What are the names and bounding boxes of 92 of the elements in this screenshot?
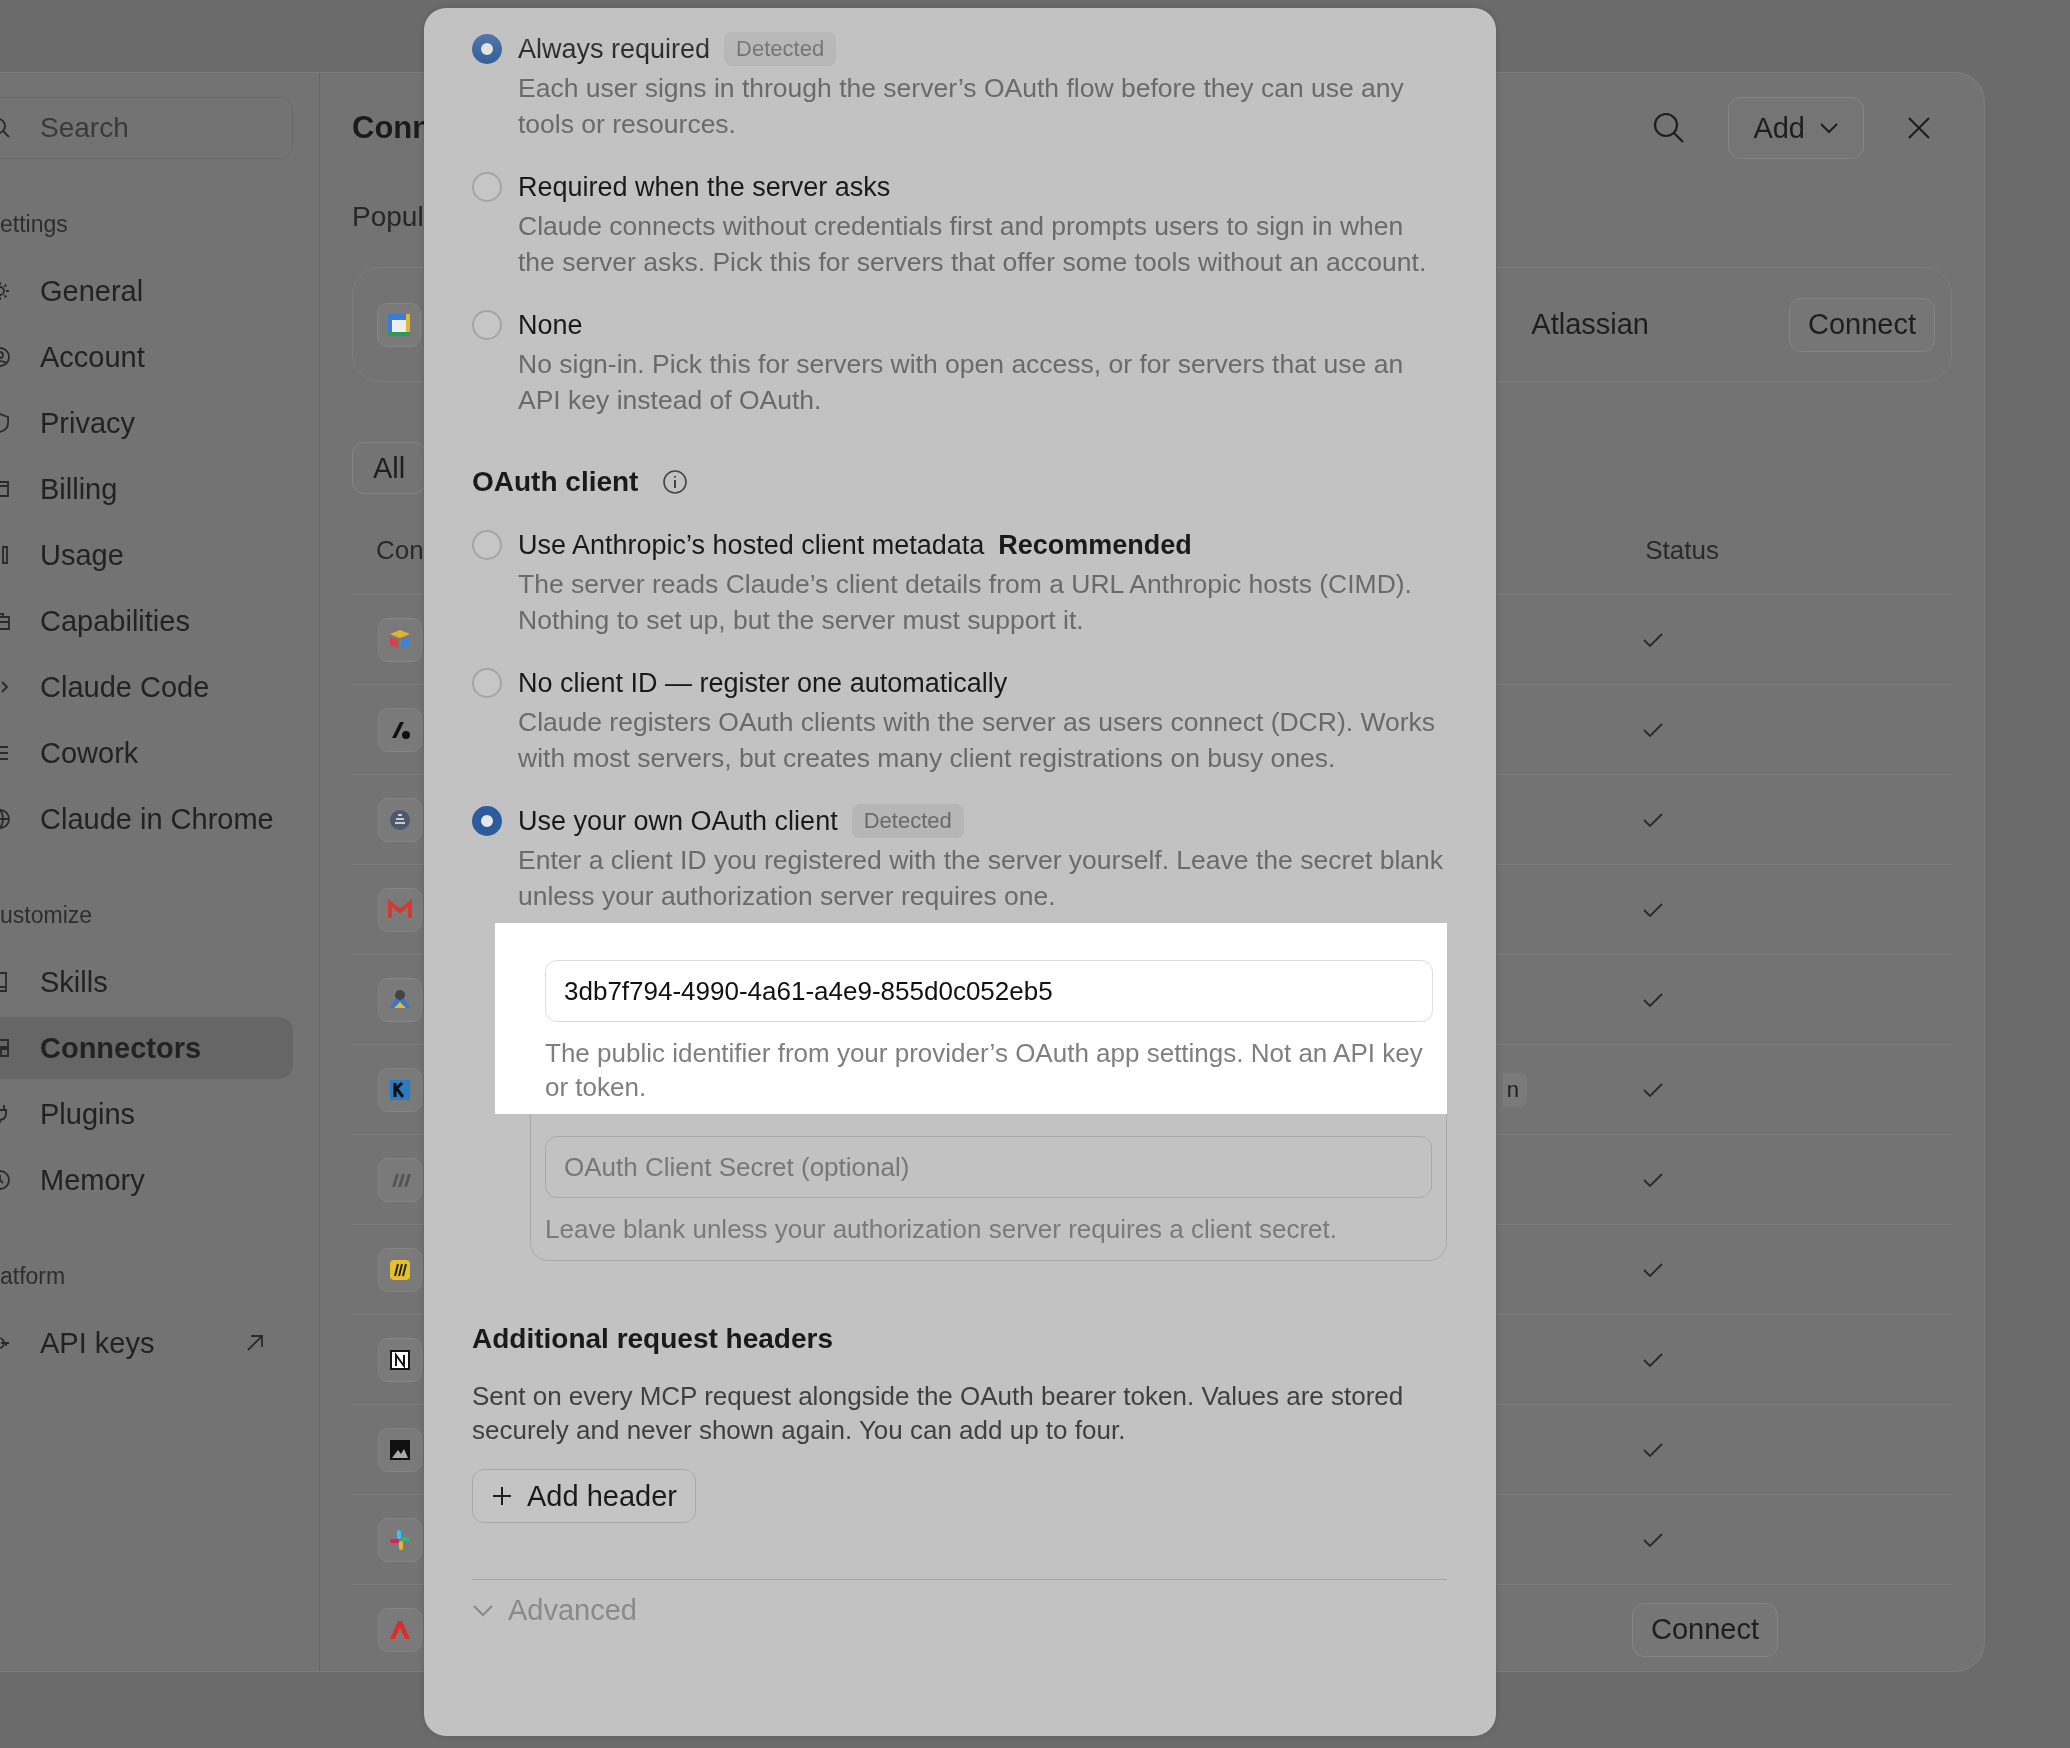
app-icon [378,1517,422,1562]
clock-icon [0,1168,12,1192]
option-label: None [518,309,583,341]
sidebar-item[interactable]: Billing [0,458,293,520]
sidebar-item[interactable]: Memory [0,1149,293,1211]
advanced-toggle[interactable]: Advanced [472,1594,637,1627]
column-header: Status [1645,534,1719,566]
check-icon [1642,721,1664,738]
plus-icon [491,1485,513,1507]
app-icon [378,1157,422,1202]
check-icon [1642,991,1664,1008]
radio-button[interactable] [472,806,502,836]
filter-chip[interactable]: All [352,442,427,494]
add-button[interactable]: Add [1728,97,1864,159]
chevron-icon [472,1603,494,1618]
sidebar-item[interactable]: API keys [0,1312,293,1374]
option-label: Always required [518,33,711,65]
radio-button[interactable] [472,530,502,560]
check-icon [1642,1261,1664,1278]
app-icon [378,707,422,752]
radio-button[interactable] [472,34,502,64]
app-icon [378,1337,422,1382]
gear-icon [0,279,12,303]
app-icon [378,617,422,662]
close-icon[interactable] [1906,115,1932,141]
search-field[interactable]: Search [0,97,293,159]
app-icon [378,977,422,1022]
option-label: Use your own OAuth client [518,805,838,837]
tag: n [1502,1072,1527,1107]
radio-button[interactable] [472,668,502,698]
section-description: Sent on every MCP request alongside the OAuth bearer token. Values are stored securely and never shown again. You can add up to four. [472,1380,1405,1447]
info-icon[interactable] [662,469,689,495]
check-icon [1642,1171,1664,1188]
sidebar-item[interactable]: Skills [0,951,293,1013]
option-description: No sign-in. Pick this for servers with open access, or for servers that use an API key instead of OAuth. [518,348,1405,417]
check-icon [1642,1531,1664,1548]
check-icon [1642,811,1664,828]
sidebar-item[interactable]: Claude in Chrome [0,788,293,850]
check-icon [1642,1441,1664,1458]
section-heading: Additional request headers [472,1323,834,1355]
connect-button[interactable]: Connect [1632,1602,1778,1657]
check-icon [1642,631,1664,648]
option-description: The server reads Claude’s client details from a URL Anthropic hosts (CIMD). Nothing to set up, but the server must support it. [518,568,1413,637]
connect-button[interactable]: Connect [1789,297,1935,352]
option-label: Use Anthropic’s hosted client metadata [518,529,985,561]
shield-icon [0,411,12,435]
client-id-field[interactable]: 3db7f794-4990-4a61-a4e9-855d0c052eb5 [545,960,1433,1022]
option-description: Each user signs in through the server’s OAuth flow before they can use any tools or resources. [518,72,1405,141]
detected-badge: Detected [724,32,837,66]
app-icon [378,1067,422,1112]
app-icon [378,1607,422,1652]
app-icon [378,1427,422,1472]
sidebar-item[interactable]: Cowork [0,722,293,784]
person-icon [0,345,12,369]
sidebar-item[interactable]: Privacy [0,392,293,454]
sidebar-item[interactable]: Account [0,326,293,388]
blocks-icon [0,1036,12,1060]
check-icon [1642,901,1664,918]
field-help-text: Leave blank unless your authorization server requires a client secret. [545,1213,1338,1246]
sidebar-item[interactable]: Plugins [0,1083,293,1145]
check-icon [1642,1081,1664,1098]
sidebar-item[interactable]: General [0,260,293,322]
section-label: ettings [0,211,69,238]
column-header: Con [375,534,424,566]
section-label: atform [0,1263,67,1290]
field-help-text: The public identifier from your provider’s OAuth app settings. Not an API key or token. [545,1037,1424,1104]
option-description: Claude connects without credentials first and prompts users to sign in when the server asks. Pick this for servers that offer some tools without an account. [518,210,1428,279]
connector-name: Atlassian [1531,308,1649,341]
option-label: No client ID — register one automatically [518,667,1008,699]
option-label: Required when the server asks [518,171,891,203]
sidebar-item[interactable]: Claude Code [0,656,293,718]
detected-badge: Detected [851,804,964,838]
sidebar-item[interactable]: Usage [0,524,293,586]
check-icon [1642,1351,1664,1368]
radio-button[interactable] [472,172,502,202]
app-icon [378,1247,422,1292]
sidebar-item[interactable]: Connectors [0,1017,293,1079]
sidebar-item[interactable]: Capabilities [0,590,293,652]
app-icon [378,887,422,932]
section-heading: OAuth client [472,466,639,498]
caret-icon [1819,122,1839,134]
recommended-label: Recommended [998,529,1192,561]
radio-button[interactable] [472,310,502,340]
add-header-button[interactable]: Add header [472,1469,696,1523]
app-icon [378,797,422,842]
client-secret-field[interactable]: OAuth Client Secret (optional) [545,1136,1432,1198]
option-description: Enter a client ID you registered with the server yourself. Leave the secret blank unless your authorization server requires one. [518,844,1444,913]
section-label: ustomize [0,902,94,929]
option-description: Claude registers OAuth clients with the server as users connect (DCR). Works with most servers, but creates many client registrations on busy ones. [518,706,1437,775]
section-heading: Popul [352,201,424,233]
globe-icon [0,807,12,831]
calendar-icon [377,302,421,347]
